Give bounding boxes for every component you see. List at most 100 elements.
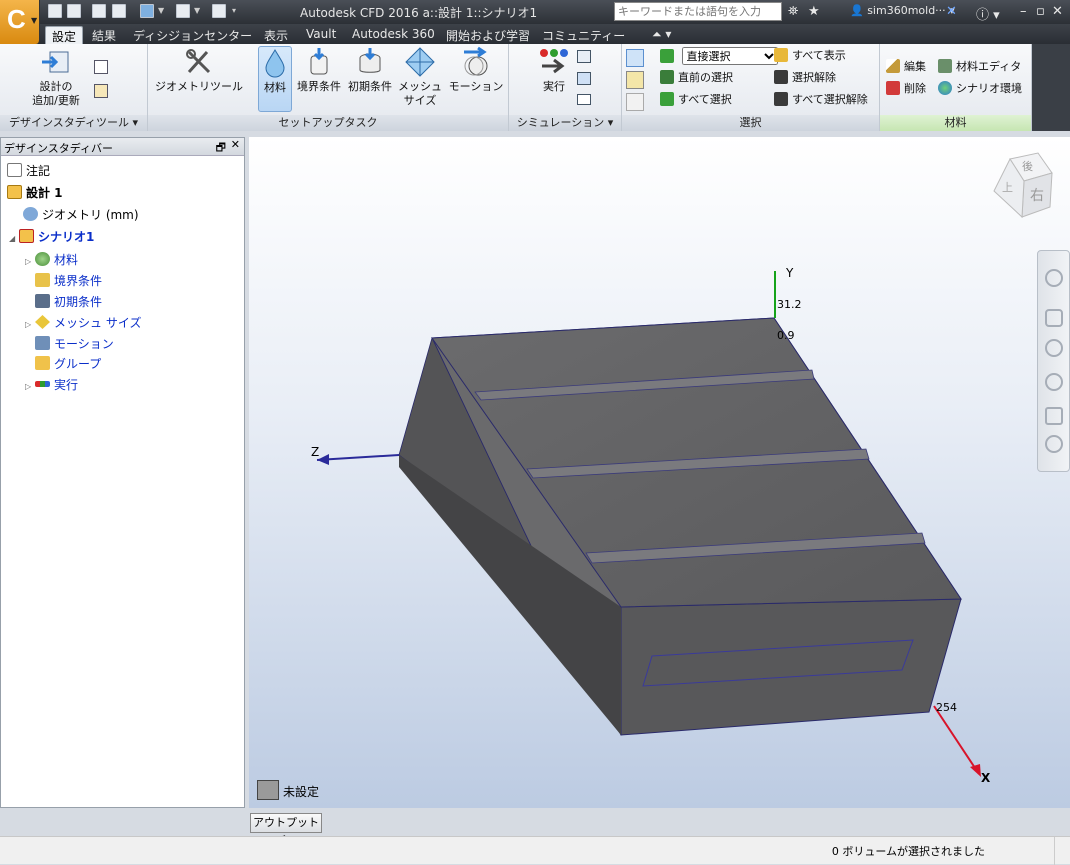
run-icon bbox=[35, 381, 50, 387]
scenario-environment-button[interactable]: シナリオ環境 bbox=[938, 80, 1022, 98]
tab-decision-center[interactable]: ディシジョンセンター bbox=[127, 26, 258, 44]
exchange-icon[interactable]: ✕ bbox=[946, 4, 957, 19]
application-menu-button[interactable]: C ▼ bbox=[0, 0, 40, 44]
close-icon[interactable]: ✕ bbox=[1052, 4, 1063, 19]
run-button[interactable]: 実行 bbox=[533, 46, 575, 94]
expanded-icon[interactable]: ◢ bbox=[9, 229, 19, 249]
chevron-down-icon[interactable]: ▼ bbox=[158, 6, 164, 15]
design-study-icon[interactable] bbox=[140, 4, 154, 18]
tree-item-mesh-size[interactable]: ▷ メッシュ サイズ bbox=[25, 313, 141, 333]
orbit-icon[interactable] bbox=[1045, 373, 1063, 391]
monitor-icon[interactable] bbox=[577, 72, 591, 85]
look-at-icon[interactable] bbox=[1045, 407, 1063, 425]
viewcube-top-face[interactable]: 後 bbox=[1022, 158, 1033, 174]
selection-mode-select[interactable]: 直接選択 bbox=[681, 47, 778, 65]
chevron-down-icon[interactable]: ▼ bbox=[194, 6, 200, 15]
copy-design-icon[interactable] bbox=[94, 60, 108, 74]
ribbon-minimize-icon[interactable]: ⏶ ▾ bbox=[646, 26, 677, 44]
solve-list-icon[interactable] bbox=[577, 50, 591, 63]
tab-view[interactable]: 表示 bbox=[258, 26, 294, 44]
tree-label: 設計 1 bbox=[26, 186, 63, 200]
boundary-conditions-button[interactable]: 境界条件 bbox=[294, 46, 344, 94]
tree-item-motion[interactable]: モーション bbox=[35, 334, 114, 354]
mesh-size-button[interactable]: メッシュ サイズ bbox=[396, 46, 444, 108]
select-volume-icon[interactable] bbox=[626, 49, 644, 67]
tab-setup[interactable]: 設定 bbox=[45, 26, 84, 44]
tab-vault[interactable]: Vault bbox=[300, 26, 342, 44]
resize-grip[interactable] bbox=[1054, 837, 1070, 865]
material-panel: 編集 削除 材料エディタ シナリオ環境 材料 bbox=[880, 44, 1032, 131]
tree-item-materials[interactable]: ▷ 材料 bbox=[25, 250, 78, 270]
favorites-star-icon[interactable]: ★ bbox=[808, 4, 820, 19]
tab-autodesk-360[interactable]: Autodesk 360 bbox=[346, 26, 441, 44]
x-axis-label: X bbox=[981, 771, 991, 785]
design-study-tools-label[interactable]: デザインスタディツール ▾ bbox=[0, 115, 147, 131]
add-design-icon bbox=[40, 46, 72, 78]
tree-item-scenario-1[interactable]: ◢ シナリオ1 bbox=[9, 227, 94, 247]
fit-all-icon[interactable] bbox=[1045, 435, 1063, 453]
email-icon[interactable] bbox=[577, 94, 591, 105]
restore-panel-icon[interactable]: 🗗 bbox=[216, 139, 226, 158]
open-file-icon[interactable] bbox=[67, 4, 81, 18]
simulation-label[interactable]: シミュレーション ▾ bbox=[509, 115, 621, 131]
geometry-tool-icon bbox=[183, 46, 215, 78]
select-edge-icon[interactable] bbox=[626, 93, 644, 111]
tree-item-notes[interactable]: 注記 bbox=[7, 161, 50, 181]
graphics-viewport[interactable]: Y Z X 31.2 0.9 254 後 右 上 未設定 bbox=[249, 137, 1070, 808]
collapsed-icon[interactable]: ▷ bbox=[25, 315, 35, 335]
tab-getting-started[interactable]: 開始および学習 bbox=[440, 26, 536, 44]
user-name: sim360mold··· bbox=[867, 4, 946, 17]
geometry-tool-button[interactable]: ジオメトリツール bbox=[152, 46, 246, 94]
initial-conditions-button[interactable]: 初期条件 bbox=[345, 46, 395, 94]
edit-design-icon[interactable] bbox=[94, 84, 108, 98]
tab-community[interactable]: コミュニティー bbox=[536, 26, 631, 44]
user-account[interactable]: 👤 sim360mold··· ▾ bbox=[850, 4, 955, 17]
save-as-icon[interactable] bbox=[112, 4, 126, 18]
deselect-button[interactable]: 選択解除 bbox=[774, 69, 836, 87]
tree-item-design-1[interactable]: 設計 1 bbox=[7, 183, 63, 203]
show-all-button[interactable]: すべて表示 bbox=[774, 47, 846, 65]
tree-label: モーション bbox=[54, 337, 114, 351]
collapsed-icon[interactable]: ▷ bbox=[25, 252, 35, 272]
tree-item-run[interactable]: ▷ 実行 bbox=[25, 375, 78, 395]
close-panel-icon[interactable]: ✕ bbox=[231, 138, 240, 151]
material-button[interactable]: 材料 bbox=[258, 46, 292, 112]
select-surface-icon[interactable] bbox=[626, 71, 644, 89]
steering-wheel-icon[interactable] bbox=[1045, 269, 1063, 287]
motion-icon bbox=[460, 46, 492, 78]
viewcube-left-face[interactable]: 上 bbox=[1002, 179, 1013, 195]
collapsed-icon[interactable]: ▷ bbox=[25, 377, 35, 397]
help-icon[interactable]: ⓘ ▾ bbox=[976, 4, 1000, 23]
select-all-button[interactable]: すべて選択 bbox=[660, 91, 732, 109]
cube-icon[interactable] bbox=[176, 4, 190, 18]
search-input[interactable] bbox=[614, 2, 782, 21]
output-bar-button[interactable]: アウトプットバー bbox=[250, 813, 322, 847]
binoculars-icon[interactable]: ⛯ bbox=[788, 4, 798, 19]
tree-item-boundary-conditions[interactable]: 境界条件 bbox=[35, 271, 102, 291]
new-file-icon[interactable] bbox=[48, 4, 62, 18]
tree-item-geometry[interactable]: ジオメトリ (mm) bbox=[23, 205, 139, 225]
customize-icon[interactable]: ▾ bbox=[232, 6, 236, 15]
edit-label: 編集 bbox=[904, 60, 926, 73]
box-model[interactable] bbox=[398, 317, 962, 736]
restore-icon[interactable]: ▫ bbox=[1036, 4, 1045, 19]
tree-item-initial-conditions[interactable]: 初期条件 bbox=[35, 292, 102, 312]
delete-material-button[interactable]: 削除 bbox=[886, 80, 926, 98]
view-cube[interactable]: 後 右 上 bbox=[990, 151, 1056, 221]
deselect-all-button[interactable]: すべて選択解除 bbox=[774, 91, 868, 109]
tab-results[interactable]: 結果 bbox=[86, 26, 122, 44]
tree-item-groups[interactable]: グループ bbox=[35, 354, 101, 374]
material-editor-label: 材料エディタ bbox=[956, 60, 1022, 73]
zoom-icon[interactable] bbox=[1045, 339, 1063, 357]
save-icon[interactable] bbox=[92, 4, 106, 18]
view-mode-icon[interactable] bbox=[212, 4, 226, 18]
select-all-icon bbox=[660, 92, 674, 106]
add-update-design-button[interactable]: 設計の 追加/更新 bbox=[28, 46, 84, 108]
edit-material-button[interactable]: 編集 bbox=[886, 58, 926, 76]
material-editor-button[interactable]: 材料エディタ bbox=[938, 58, 1021, 76]
viewcube-front-face[interactable]: 右 bbox=[1030, 185, 1044, 205]
previous-selection-button[interactable]: 直前の選択 bbox=[660, 69, 733, 87]
minimize-icon[interactable]: – bbox=[1020, 4, 1027, 19]
motion-button[interactable]: モーション bbox=[446, 46, 506, 94]
pan-hand-icon[interactable] bbox=[1045, 309, 1063, 327]
